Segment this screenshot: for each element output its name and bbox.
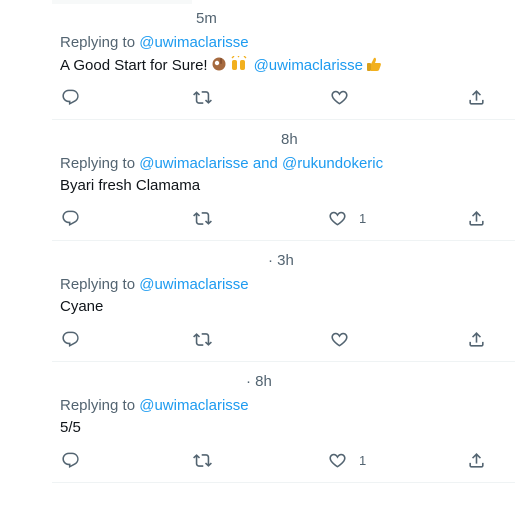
reply-button[interactable]: [61, 86, 80, 108]
retweet-button[interactable]: [193, 449, 212, 471]
tweet-actions: 1: [52, 449, 515, 473]
like-count: 1: [359, 452, 367, 468]
share-icon: [467, 209, 486, 228]
retweet-button[interactable]: [193, 328, 212, 350]
heart-icon: [330, 88, 349, 107]
reply-icon: [61, 209, 80, 228]
mention-link[interactable]: @rukundokeric: [282, 155, 383, 172]
tweet-text-content: Byari fresh Clamama: [60, 177, 201, 194]
tweet-text-content: Cyane: [60, 298, 104, 315]
mention-joiner: and: [252, 155, 278, 172]
retweet-button[interactable]: [193, 86, 212, 108]
share-button[interactable]: [467, 449, 486, 471]
retweet-icon: [193, 209, 212, 228]
share-icon: [467, 88, 486, 107]
like-button[interactable]: [330, 328, 361, 350]
reply-feed: 5m Replying to @uwimaclarisse A Good Sta…: [0, 0, 515, 513]
like-button[interactable]: 1: [328, 207, 366, 229]
retweet-icon: [193, 88, 212, 107]
replying-to: Replying to @uwimaclarisse: [60, 276, 249, 293]
mention-link[interactable]: @uwimaclarisse: [139, 34, 248, 51]
reply-icon: [61, 330, 80, 349]
tweet-4[interactable]: · 8h Replying to @uwimaclarisse 5/5 1: [52, 363, 515, 483]
like-button[interactable]: [330, 86, 361, 108]
reply-button[interactable]: [61, 449, 80, 471]
share-icon: [467, 330, 486, 349]
mention-link[interactable]: @uwimaclarisse: [139, 397, 248, 414]
tweet-time[interactable]: 5m: [196, 10, 217, 27]
replying-to: Replying to @uwimaclarisse: [60, 397, 249, 414]
heart-icon: [328, 451, 347, 470]
tweet-text: Cyane: [60, 298, 103, 315]
tweet-actions: 1: [52, 207, 515, 231]
mention-link[interactable]: @uwimaclarisse: [139, 276, 248, 293]
replying-prefix: Replying to: [60, 276, 136, 293]
ok-hand-emoji: [211, 56, 227, 75]
like-button[interactable]: 1: [328, 449, 366, 471]
tweet-2[interactable]: 8h Replying to @uwimaclarisse and @rukun…: [52, 121, 515, 241]
thumbs-up-emoji: [366, 56, 382, 75]
raised-hands-emoji: [230, 55, 248, 75]
share-button[interactable]: [467, 207, 486, 229]
reply-button[interactable]: [61, 328, 80, 350]
tweet-text: 5/5: [60, 419, 81, 436]
tweet-time[interactable]: · 8h: [246, 373, 272, 390]
retweet-icon: [193, 451, 212, 470]
tweet-time[interactable]: 8h: [281, 131, 298, 148]
mention-link[interactable]: @uwimaclarisse: [139, 155, 248, 172]
tweet-text: A Good Start for Sure! @uwimaclarisse: [60, 55, 382, 75]
tweet-text-content: A Good Start for Sure!: [60, 57, 208, 74]
like-count: 1: [359, 210, 367, 226]
retweet-button[interactable]: [193, 207, 212, 229]
tweet-actions: [52, 86, 515, 110]
tweet-time[interactable]: · 3h: [268, 252, 294, 269]
share-button[interactable]: [467, 86, 486, 108]
reply-icon: [61, 451, 80, 470]
tweet-3[interactable]: · 3h Replying to @uwimaclarisse Cyane: [52, 242, 515, 362]
reply-icon: [61, 88, 80, 107]
share-button[interactable]: [467, 328, 486, 350]
retweet-icon: [193, 330, 212, 349]
share-icon: [467, 451, 486, 470]
mention-link[interactable]: @uwimaclarisse: [254, 57, 363, 74]
reply-button[interactable]: [61, 207, 80, 229]
heart-icon: [328, 209, 347, 228]
replying-to: Replying to @uwimaclarisse and @rukundok…: [60, 155, 383, 172]
replying-prefix: Replying to: [60, 34, 136, 51]
tweet-actions: [52, 328, 515, 352]
tweet-text: Byari fresh Clamama: [60, 177, 200, 194]
heart-icon: [330, 330, 349, 349]
tweet-text-content: 5/5: [60, 419, 81, 436]
tweet-1[interactable]: 5m Replying to @uwimaclarisse A Good Sta…: [52, 0, 515, 120]
replying-to: Replying to @uwimaclarisse: [60, 34, 249, 51]
replying-prefix: Replying to: [60, 155, 136, 172]
replying-prefix: Replying to: [60, 397, 136, 414]
